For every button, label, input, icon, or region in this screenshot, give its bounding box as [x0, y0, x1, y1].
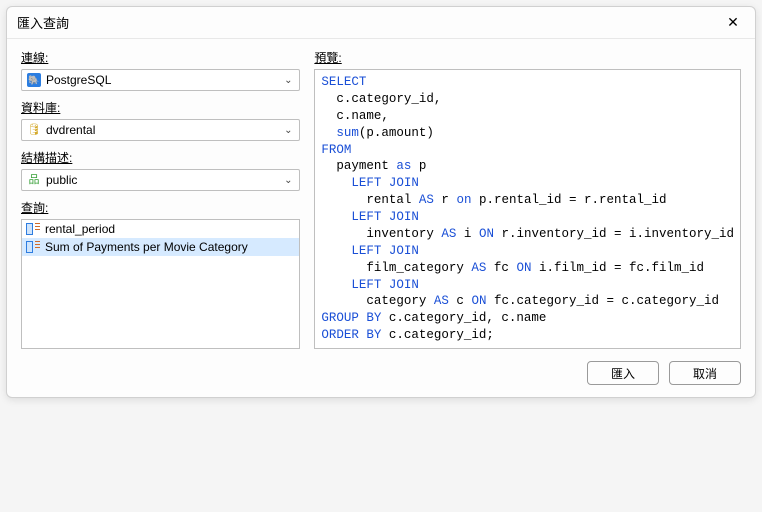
- connection-label: 連線:: [21, 49, 300, 66]
- postgresql-icon: 🐘: [26, 72, 42, 88]
- sql-keyword: LEFT JOIN: [351, 244, 419, 258]
- preview-label: 預覽:: [314, 49, 741, 66]
- sql-keyword: AS: [441, 227, 456, 241]
- sql-keyword: AS: [434, 294, 449, 308]
- database-label: 資料庫:: [21, 99, 300, 116]
- query-icon: [26, 223, 40, 235]
- sql-keyword: FROM: [321, 143, 351, 157]
- left-column: 連線: 🐘 PostgreSQL ⌄ 資料庫: 🛢 dvdrental ⌄ 結構…: [21, 47, 300, 349]
- close-icon[interactable]: ✕: [721, 14, 745, 31]
- sql-keyword: sum: [336, 126, 359, 140]
- query-item-label: Sum of Payments per Movie Category: [45, 240, 248, 254]
- sql-keyword: as: [396, 159, 411, 173]
- dialog-title: 匯入查詢: [17, 13, 69, 32]
- query-icon: [26, 241, 40, 253]
- database-value: dvdrental: [46, 123, 281, 137]
- sql-keyword: AS: [471, 261, 486, 275]
- sql-keyword: LEFT JOIN: [351, 278, 419, 292]
- sql-keyword: ON: [479, 227, 494, 241]
- dialog-content: 連線: 🐘 PostgreSQL ⌄ 資料庫: 🛢 dvdrental ⌄ 結構…: [7, 39, 755, 353]
- sql-keyword: on: [456, 193, 471, 207]
- right-column: 預覽: SELECT c.category_id, c.name, sum(p.…: [314, 47, 741, 349]
- connection-combo[interactable]: 🐘 PostgreSQL ⌄: [21, 69, 300, 91]
- sql-keyword: GROUP BY: [321, 311, 381, 325]
- schema-combo[interactable]: 品 public ⌄: [21, 169, 300, 191]
- sql-keyword: LEFT JOIN: [351, 210, 419, 224]
- sql-keyword: ON: [471, 294, 486, 308]
- sql-keyword: LEFT JOIN: [351, 176, 419, 190]
- sql-keyword: ON: [516, 261, 531, 275]
- sql-keyword: AS: [419, 193, 434, 207]
- query-list[interactable]: rental_period Sum of Payments per Movie C…: [21, 219, 300, 349]
- query-item[interactable]: rental_period: [22, 220, 299, 238]
- query-item[interactable]: Sum of Payments per Movie Category: [22, 238, 299, 256]
- schema-label: 結構描述:: [21, 149, 300, 166]
- sql-keyword: SELECT: [321, 75, 366, 89]
- chevron-down-icon: ⌄: [281, 175, 295, 186]
- chevron-down-icon: ⌄: [281, 75, 295, 86]
- import-button[interactable]: 匯入: [587, 361, 659, 385]
- sql-keyword: ORDER BY: [321, 328, 381, 342]
- query-label: 查詢:: [21, 199, 300, 216]
- chevron-down-icon: ⌄: [281, 125, 295, 136]
- database-icon: 🛢: [26, 122, 42, 138]
- connection-value: PostgreSQL: [46, 73, 281, 87]
- query-item-label: rental_period: [45, 222, 115, 236]
- sql-preview: SELECT c.category_id, c.name, sum(p.amou…: [314, 69, 741, 349]
- schema-icon: 品: [26, 172, 42, 188]
- dialog-footer: 匯入 取消: [7, 353, 755, 397]
- schema-value: public: [46, 173, 281, 187]
- cancel-button[interactable]: 取消: [669, 361, 741, 385]
- import-query-dialog: 匯入查詢 ✕ 連線: 🐘 PostgreSQL ⌄ 資料庫: 🛢 dvdrent…: [6, 6, 756, 398]
- titlebar: 匯入查詢 ✕: [7, 7, 755, 39]
- database-combo[interactable]: 🛢 dvdrental ⌄: [21, 119, 300, 141]
